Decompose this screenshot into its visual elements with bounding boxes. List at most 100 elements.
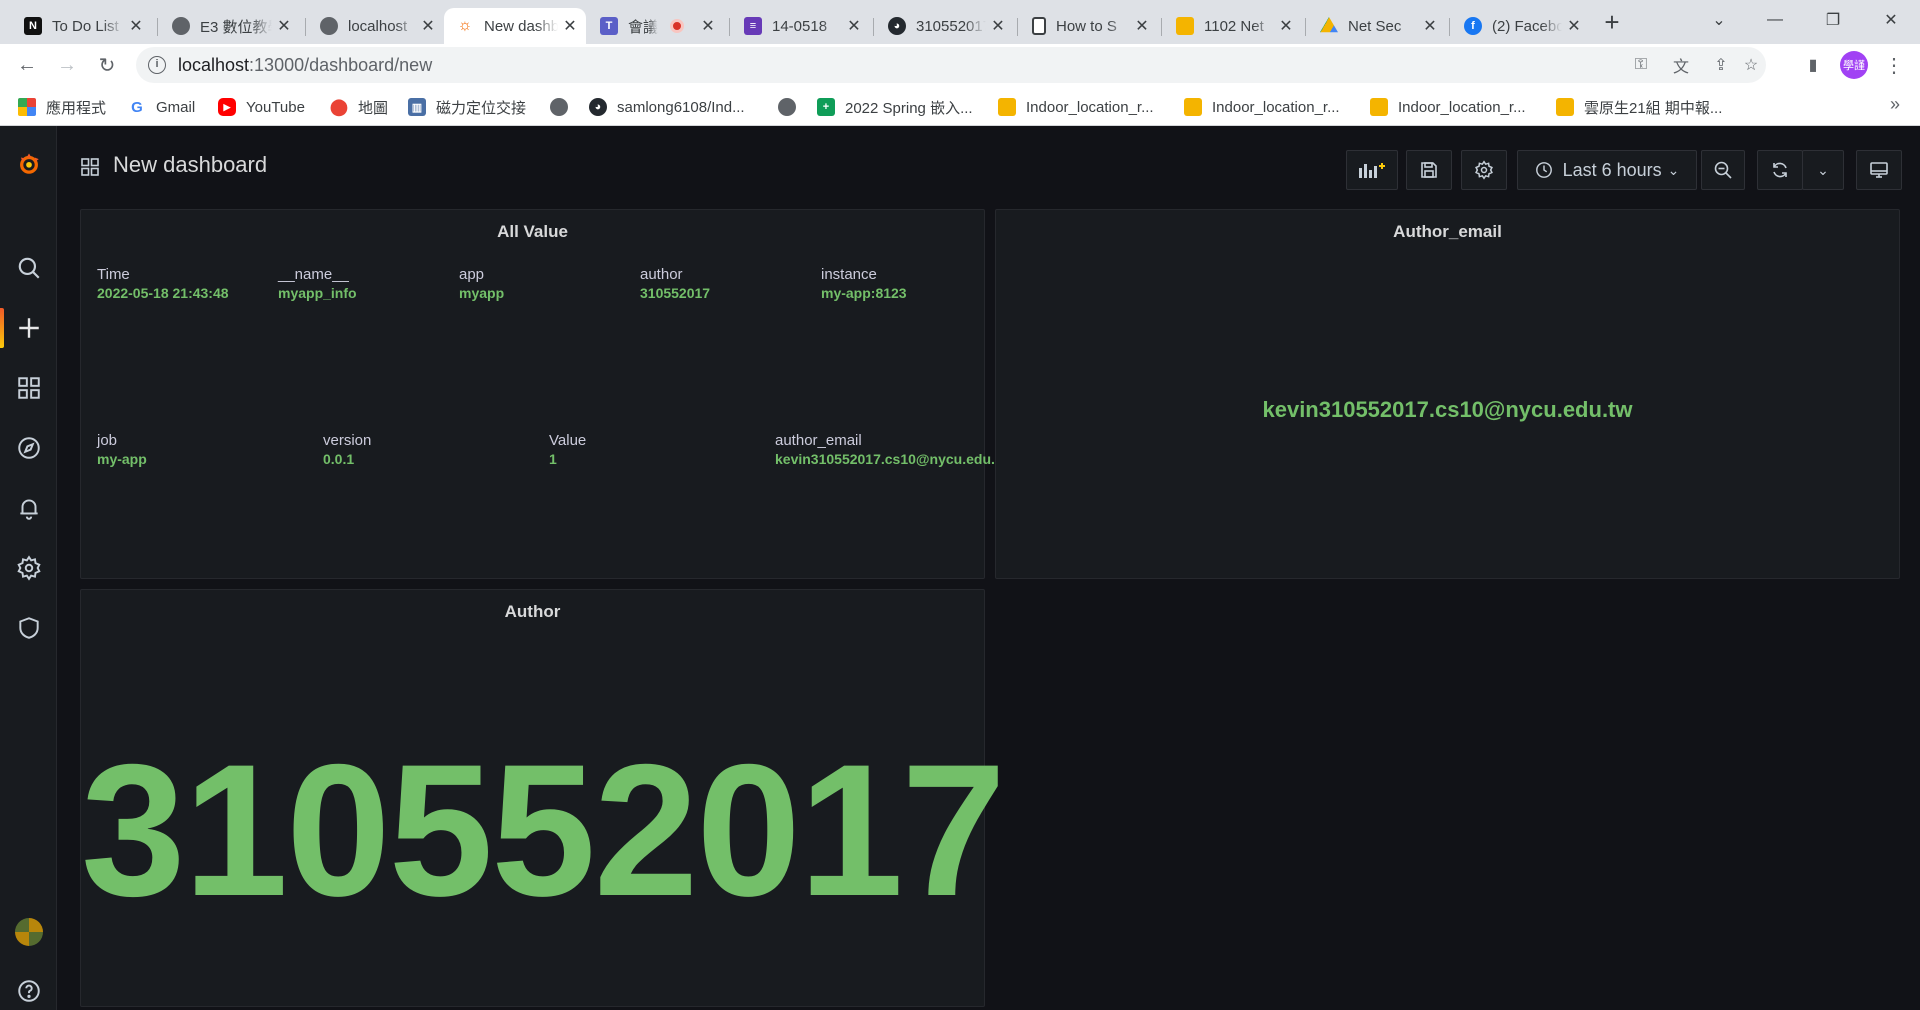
tab-to-do-list[interactable]: N To Do List ✕ <box>12 8 152 44</box>
close-icon[interactable]: ✕ <box>700 16 716 36</box>
browser-toolbar: ← → ↻ i localhost:13000/dashboard/new ⚿ … <box>0 44 1920 86</box>
close-icon[interactable]: ✕ <box>1566 16 1582 36</box>
key-icon[interactable]: ⚿ <box>1630 54 1652 76</box>
bell-icon <box>19 499 38 520</box>
tab-how-to[interactable]: How to S ✕ <box>1020 8 1158 44</box>
bookmark-apps[interactable]: 應用程式 <box>18 96 106 118</box>
alerting-icon[interactable] <box>0 488 57 528</box>
bookmark-samlong[interactable]: ◕ samlong6108/Ind... <box>589 96 745 118</box>
tab-meeting[interactable]: T 會議 ✕ <box>588 8 724 44</box>
sheets-icon: + <box>817 98 835 116</box>
forward-icon[interactable]: → <box>52 50 82 80</box>
field-app: app myapp <box>459 266 504 302</box>
stat-value: kevin310552017.cs10@nycu.edu.tw <box>1262 397 1633 422</box>
refresh-button[interactable] <box>1757 150 1803 190</box>
search-icon[interactable] <box>0 248 57 288</box>
bookmarks-overflow-icon[interactable]: » <box>1890 94 1900 115</box>
tab-github[interactable]: ◕ 310552017 ✕ <box>876 8 1014 44</box>
slides-icon <box>998 98 1016 116</box>
panel-all-value[interactable]: All Value Time 2022-05-18 21:43:48 __nam… <box>80 209 1010 579</box>
restore-icon[interactable]: ❐ <box>1810 0 1856 40</box>
time-picker-button[interactable]: Last 6 hours ⌄ <box>1517 150 1697 190</box>
bookmark-2022-spring[interactable]: + 2022 Spring 嵌入... <box>817 96 973 118</box>
bookmark-youtube[interactable]: ▶ YouTube <box>218 96 305 118</box>
bookmark-maps[interactable]: ⬤ 地圖 <box>330 96 388 118</box>
zoom-out-button[interactable] <box>1701 150 1745 190</box>
window-close-icon[interactable]: ✕ <box>1868 0 1914 40</box>
bottle-icon: ▥ <box>408 98 426 116</box>
close-icon[interactable]: ✕ <box>1422 16 1438 36</box>
slides-icon <box>1556 98 1574 116</box>
doc-icon <box>1032 17 1046 35</box>
site-info-icon[interactable]: i <box>148 56 166 74</box>
reload-icon[interactable]: ↻ <box>92 50 122 80</box>
grafana-logo-icon[interactable] <box>0 142 57 186</box>
dashboard-grid-icon <box>81 158 99 176</box>
browser-menu-icon[interactable]: ⋮ <box>1880 51 1908 79</box>
close-icon[interactable]: ✕ <box>846 16 862 36</box>
url-text[interactable]: localhost:13000/dashboard/new <box>178 55 432 76</box>
tab-title: (2) Facebook <box>1492 17 1562 35</box>
tab-localhost[interactable]: localhost ✕ <box>308 8 444 44</box>
close-icon[interactable]: ✕ <box>1134 16 1150 36</box>
close-icon[interactable]: ✕ <box>562 16 578 36</box>
save-dashboard-button[interactable] <box>1406 150 1452 190</box>
share-icon[interactable]: ⇪ <box>1710 54 1732 76</box>
time-range-label: Last 6 hours <box>1562 159 1662 180</box>
close-icon[interactable]: ✕ <box>276 16 292 36</box>
bookmark-gmail[interactable]: G Gmail <box>128 96 195 118</box>
dashboard-title[interactable]: New dashboard <box>113 152 267 178</box>
new-tab-button[interactable]: + <box>1598 8 1626 36</box>
bookmark-cloud-native[interactable]: 雲原生21組 期中報... <box>1556 96 1722 118</box>
bookmark-indoor-2[interactable]: Indoor_location_r... <box>1184 96 1340 118</box>
configuration-icon[interactable] <box>0 548 57 588</box>
bookmark-indoor-3[interactable]: Indoor_location_r... <box>1370 96 1526 118</box>
tab-1102-net[interactable]: 1102 Net ✕ <box>1164 8 1302 44</box>
plus-icon <box>18 318 39 338</box>
field-value: 2022-05-18 21:43:48 <box>97 285 229 301</box>
tab-separator <box>305 18 306 36</box>
bookmark-magnetic[interactable]: ▥ 磁力定位交接 <box>408 96 526 118</box>
close-icon[interactable]: ✕ <box>420 16 436 36</box>
chevron-down-icon: ⌄ <box>1817 161 1829 178</box>
server-admin-icon[interactable] <box>0 608 57 648</box>
field-value: myapp_info <box>278 285 357 301</box>
tab-title: 310552017 <box>916 17 986 35</box>
panel-title[interactable]: Author_email <box>996 222 1899 242</box>
field-value: my-app <box>97 451 147 467</box>
refresh-interval-button[interactable]: ⌄ <box>1802 150 1844 190</box>
refresh-icon <box>1773 162 1787 178</box>
tab-search-icon[interactable]: ⌄ <box>1696 0 1742 40</box>
tab-facebook[interactable]: f (2) Facebook ✕ <box>1452 8 1590 44</box>
side-panel-icon[interactable]: ▮ <box>1802 54 1824 76</box>
bookmark-indoor-1[interactable]: Indoor_location_r... <box>998 96 1154 118</box>
close-icon[interactable]: ✕ <box>1278 16 1294 36</box>
profile-avatar[interactable]: 學謹 <box>1840 51 1868 79</box>
bookmark-globe-2[interactable] <box>778 96 806 118</box>
close-icon[interactable]: ✕ <box>128 16 144 36</box>
back-icon[interactable]: ← <box>12 50 42 80</box>
tab-net-sec[interactable]: Net Sec ✕ <box>1308 8 1446 44</box>
add-panel-button[interactable] <box>1346 150 1398 190</box>
close-icon[interactable]: ✕ <box>990 16 1006 36</box>
translate-icon[interactable]: 文 <box>1670 54 1692 76</box>
field-value: kevin310552017.cs10@nycu.edu.tw <box>775 451 1011 467</box>
panel-author[interactable]: Author 310552017 <box>80 589 1006 1007</box>
bookmark-star-icon[interactable]: ☆ <box>1740 54 1762 76</box>
address-bar[interactable]: i localhost:13000/dashboard/new ⚿ 文 ⇪ ☆ <box>136 47 1766 83</box>
panel-author-email[interactable]: Author_email kevin310552017.cs10@nycu.ed… <box>995 209 1900 579</box>
tab-e3[interactable]: E3 數位教學 ✕ <box>160 8 300 44</box>
minimize-icon[interactable]: — <box>1752 0 1798 40</box>
dashboards-icon[interactable] <box>0 368 57 408</box>
panel-title[interactable]: Author <box>81 602 984 622</box>
tab-14-0518[interactable]: ≡ 14-0518 ✕ <box>732 8 870 44</box>
panel-title[interactable]: All Value <box>81 222 984 242</box>
user-avatar[interactable] <box>0 912 57 952</box>
help-icon[interactable] <box>0 971 57 1010</box>
tab-new-dashboard[interactable]: ☼ New dashboard ✕ <box>444 8 586 44</box>
create-icon[interactable] <box>0 308 57 348</box>
bookmark-globe-1[interactable] <box>550 96 578 118</box>
explore-icon[interactable] <box>0 428 57 468</box>
view-mode-button[interactable] <box>1856 150 1902 190</box>
dashboard-settings-button[interactable] <box>1461 150 1507 190</box>
